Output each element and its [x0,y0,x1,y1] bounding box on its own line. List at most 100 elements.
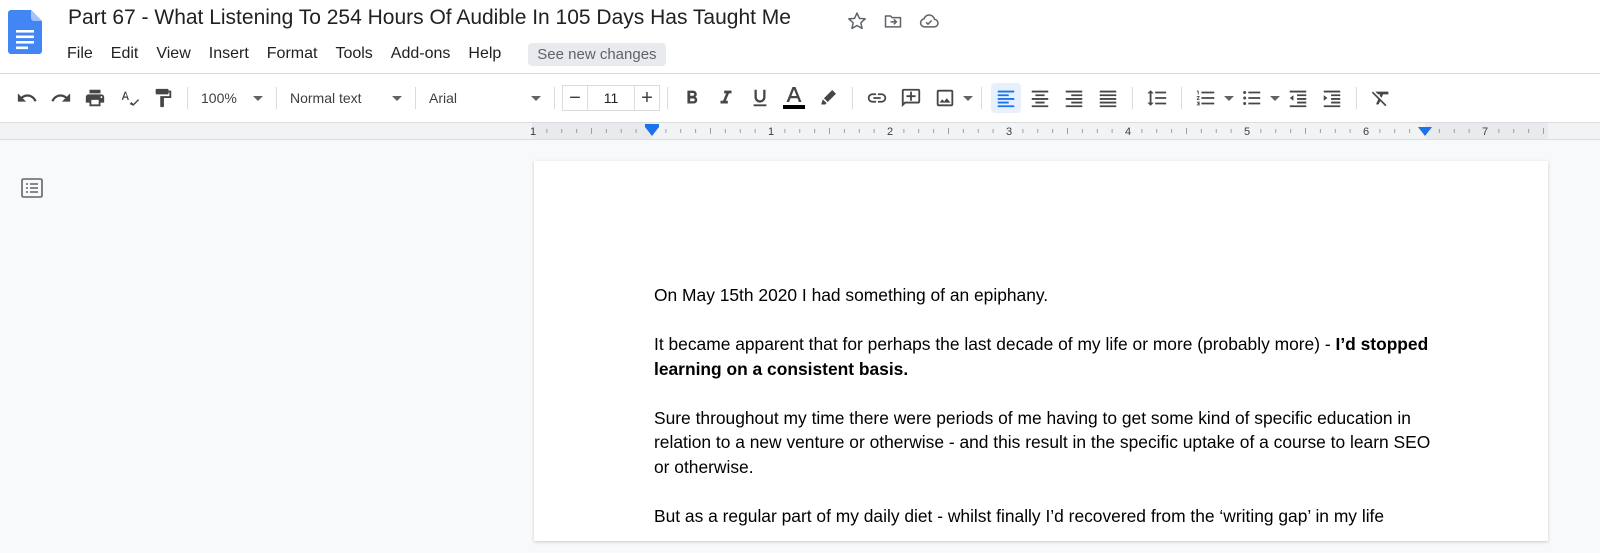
highlight-color-button[interactable] [813,83,843,113]
menu-bar: File Edit View Insert Format Tools Add-o… [58,42,666,66]
paint-format-button[interactable] [148,83,178,113]
cloud-saved-icon[interactable] [918,10,940,32]
spellcheck-button[interactable] [114,83,144,113]
document-body[interactable]: On May 15th 2020 I had something of an e… [654,283,1444,553]
toolbar-divider [1132,87,1133,109]
menu-edit[interactable]: Edit [102,42,148,66]
highlighter-icon [821,90,836,105]
move-to-folder-icon[interactable] [882,10,904,32]
numbered-list-button[interactable] [1191,83,1221,113]
bulleted-list-icon [1243,91,1261,105]
toolbar-divider [1356,87,1357,109]
align-left-icon [997,90,1015,108]
bulleted-list-button[interactable] [1237,83,1267,113]
underline-icon [753,89,767,107]
paragraph: But as a regular part of my daily diet -… [654,505,1385,526]
increase-indent-button[interactable] [1317,83,1347,113]
chevron-down-icon [392,95,402,101]
redo-icon [51,93,71,102]
ruler-label: 6 [1363,126,1369,138]
bulleted-list-dropdown[interactable] [1269,83,1281,113]
paragraph-style-value: Normal text [290,90,362,106]
font-size-input[interactable]: 11 [588,85,634,111]
numbered-list-icon [1196,90,1215,106]
zoom-select[interactable]: 100% [195,84,269,112]
zoom-value: 100% [201,90,237,106]
insert-link-button[interactable] [862,83,892,113]
ruler-label: 7 [1482,126,1488,138]
insert-comment-button[interactable] [896,83,926,113]
chevron-down-icon [253,95,263,101]
undo-icon [17,93,37,102]
menu-view[interactable]: View [147,42,199,66]
menu-add-ons[interactable]: Add-ons [382,42,460,66]
first-line-indent-marker[interactable] [645,124,659,127]
title-bar: Part 67 - What Listening To 254 Hours Of… [0,0,1600,74]
menu-insert[interactable]: Insert [200,42,258,66]
image-icon [936,89,954,107]
ruler-scale: 1 1 2 3 4 5 6 7 [530,123,1548,139]
increase-indent-icon [1323,90,1341,108]
font-family-value: Arial [429,90,458,106]
italic-icon [720,90,732,104]
menu-file[interactable]: File [58,42,102,66]
menu-format[interactable]: Format [258,42,327,66]
toolbar-divider [415,87,416,109]
paragraph: Sure throughout my time there were perio… [654,407,1431,477]
document-outline-icon[interactable] [20,176,44,200]
line-spacing-button[interactable] [1142,83,1172,113]
document-title[interactable]: Part 67 - What Listening To 254 Hours Of… [68,6,791,30]
insert-image-dropdown[interactable] [962,83,974,113]
clear-formatting-button[interactable] [1366,83,1396,113]
align-right-button[interactable] [1059,83,1089,113]
undo-button[interactable] [12,83,42,113]
increase-font-size-button[interactable]: + [634,85,660,111]
star-icon[interactable] [846,10,868,32]
ruler-label: 4 [1125,126,1131,138]
align-center-button[interactable] [1025,83,1055,113]
decrease-indent-button[interactable] [1283,83,1313,113]
toolbar-divider [187,87,188,109]
redo-button[interactable] [46,83,76,113]
ruler-label: 1 [768,126,774,138]
toolbar: 100% Normal text Arial − 11 + [0,74,1600,122]
see-new-changes-button[interactable]: See new changes [528,42,666,66]
paint-format-icon [155,88,172,108]
numbered-list-dropdown[interactable] [1223,83,1235,113]
paragraph: It became apparent that for perhaps the … [654,332,1444,381]
add-comment-icon [901,88,921,108]
text-color-button[interactable] [779,83,809,113]
menu-help[interactable]: Help [459,42,510,66]
insert-image-button[interactable] [930,83,960,113]
google-docs-logo-icon[interactable] [8,10,42,54]
toolbar-divider [981,87,982,109]
justify-button[interactable] [1093,83,1123,113]
decrease-font-size-button[interactable]: − [562,85,588,111]
decrease-indent-icon [1289,90,1307,108]
font-family-select[interactable]: Arial [423,84,547,112]
italic-button[interactable] [711,83,741,113]
paragraph-style-select[interactable]: Normal text [284,84,408,112]
bold-button[interactable] [677,83,707,113]
text-color-icon [783,87,805,109]
underline-button[interactable] [745,83,775,113]
toolbar-divider [554,87,555,109]
ruler-label: 1 [530,126,536,138]
horizontal-ruler[interactable]: 1 1 2 3 4 5 6 7 [0,122,1600,140]
ruler-label: 5 [1244,126,1250,138]
line-spacing-icon [1147,90,1167,106]
align-right-icon [1065,90,1083,108]
title-icons [846,10,940,32]
print-icon [85,89,105,107]
ruler-label: 3 [1006,126,1012,138]
toolbar-divider [276,87,277,109]
document-page[interactable]: On May 15th 2020 I had something of an e… [534,161,1548,541]
spellcheck-icon [121,91,140,106]
bold-icon [687,90,698,104]
menu-tools[interactable]: Tools [326,42,381,66]
toolbar-divider [1181,87,1182,109]
print-button[interactable] [80,83,110,113]
ruler-label: 2 [887,126,893,138]
align-justify-icon [1099,90,1117,108]
align-left-button[interactable] [991,83,1021,113]
